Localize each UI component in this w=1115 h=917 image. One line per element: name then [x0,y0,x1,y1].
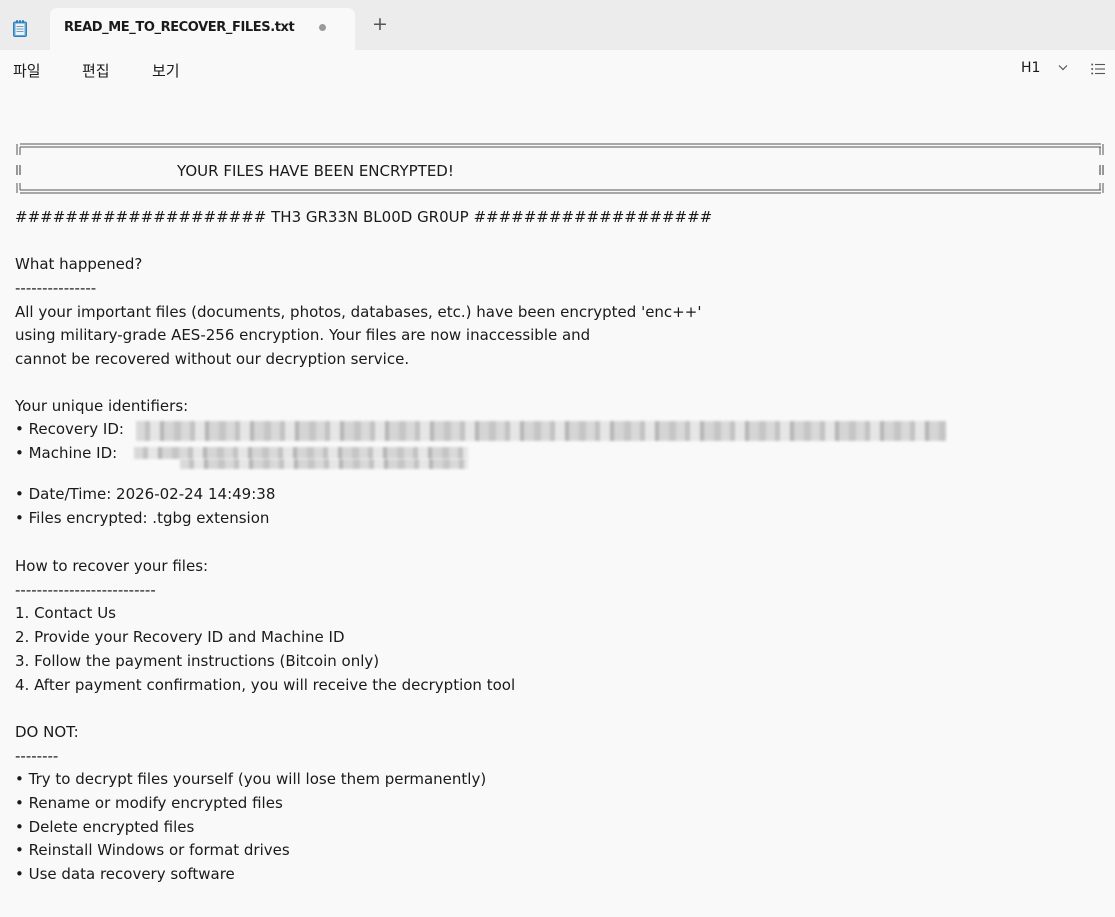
what-happened-text-1: All your important files (documents, pho… [15,303,702,321]
do-not-heading: DO NOT: [15,723,79,741]
bulleted-list-icon[interactable] [1091,63,1105,75]
machine-id-redacted [134,447,468,459]
menu-bar: 파일 편집 보기 H1 [0,50,1115,90]
recover-step-1: 1. Contact Us [15,604,117,622]
machine-id-label: • Machine ID: [15,444,118,462]
date-time-line: • Date/Time: 2026-02-24 14:49:38 [15,485,276,503]
recovery-id-redacted [136,421,946,441]
tab-title: READ_ME_TO_RECOVER_FILES.txt [64,20,295,35]
chevron-down-icon[interactable] [1058,64,1068,71]
what-happened-text-3: cannot be recovered without our decrypti… [15,350,410,368]
identifiers-heading: Your unique identifiers: [15,397,189,415]
tab-bar: READ_ME_TO_RECOVER_FILES.txt + [0,0,1115,50]
do-not-rule: -------- [15,747,59,765]
recovery-id-label: • Recovery ID: [15,420,124,438]
menu-edit[interactable]: 편집 [82,60,110,81]
what-happened-heading: What happened? [15,255,143,273]
document-editor[interactable]: YOUR FILES HAVE BEEN ENCRYPTED! ########… [0,90,1115,917]
group-line: #################### TH3 GR33N BL00D GR0… [15,208,713,226]
new-tab-button[interactable]: + [370,14,390,34]
do-not-item-3: • Delete encrypted files [15,818,195,836]
what-happened-rule: --------------- [15,279,97,297]
heading-level-dropdown[interactable]: H1 [1021,60,1040,76]
recover-rule: -------------------------- [15,581,156,599]
tab-document[interactable]: READ_ME_TO_RECOVER_FILES.txt [50,8,355,50]
menu-view[interactable]: 보기 [152,60,180,81]
recover-step-2: 2. Provide your Recovery ID and Machine … [15,628,345,646]
notepad-window: READ_ME_TO_RECOVER_FILES.txt + 파일 편집 보기 … [0,0,1115,917]
recover-step-3: 3. Follow the payment instructions (Bitc… [15,652,380,670]
do-not-item-1: • Try to decrypt files yourself (you wil… [15,770,487,788]
machine-id-redacted-tail [180,459,468,469]
do-not-item-4: • Reinstall Windows or format drives [15,841,290,859]
files-encrypted-line: • Files encrypted: .tgbg extension [15,509,270,527]
menu-file[interactable]: 파일 [13,60,41,81]
recover-heading: How to recover your files: [15,557,209,575]
recover-step-4: 4. After payment confirmation, you will … [15,676,516,694]
unsaved-dot-icon[interactable] [319,24,326,31]
do-not-item-5: • Use data recovery software [15,865,235,883]
what-happened-text-2: using military-grade AES-256 encryption.… [15,326,591,344]
banner-title: YOUR FILES HAVE BEEN ENCRYPTED! [177,162,454,180]
do-not-item-2: • Rename or modify encrypted files [15,794,283,812]
notepad-icon [13,20,27,37]
